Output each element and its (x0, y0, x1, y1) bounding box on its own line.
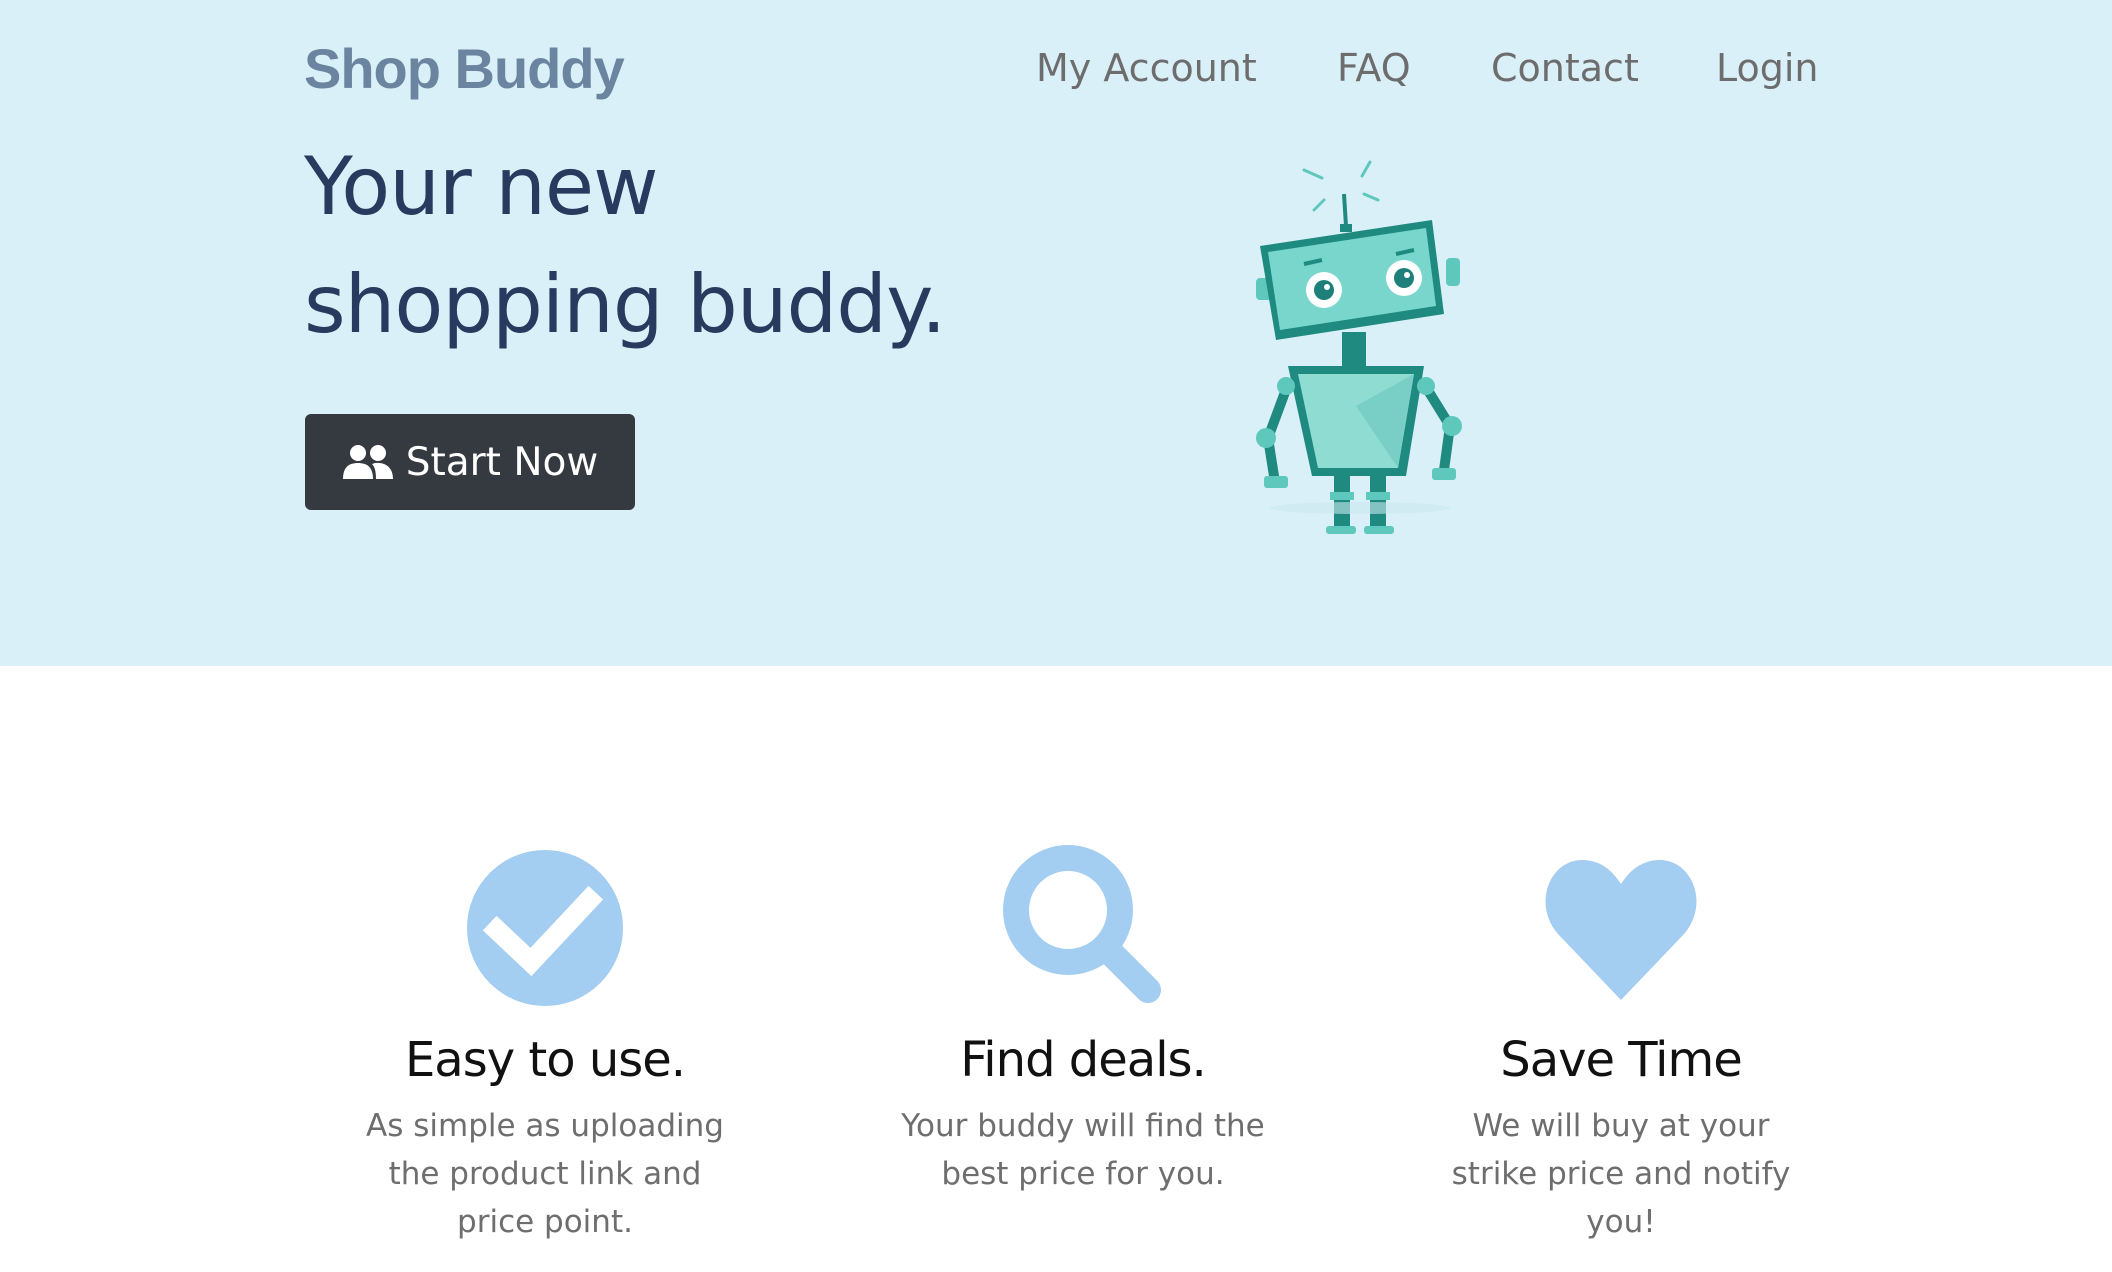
main-nav: My Account FAQ Contact Login (0, 46, 2112, 96)
feature-description: Your buddy will find the best price for … (901, 1108, 1265, 1192)
feature-description: We will buy at your strike price and not… (1451, 1108, 1791, 1240)
feature-title: Easy to use. (404, 1032, 686, 1088)
nav-my-account[interactable]: My Account (1036, 46, 1257, 90)
users-icon (342, 445, 393, 479)
hero-section: Shop Buddy My Account FAQ Contact Login … (0, 0, 2112, 666)
start-now-button[interactable]: Start Now (305, 414, 635, 510)
search-icon (1003, 845, 1161, 1003)
heart-icon (1545, 860, 1697, 1000)
feature-easy-to-use: Easy to use. As simple as uploading the … (335, 840, 755, 1246)
nav-contact[interactable]: Contact (1491, 46, 1639, 90)
start-now-label: Start Now (405, 439, 599, 485)
feature-find-deals: Find deals. Your buddy will find the bes… (873, 840, 1293, 1198)
robot-illustration (1256, 160, 1462, 534)
feature-title: Find deals. (960, 1032, 1207, 1088)
headline-line-2: shopping buddy. (304, 258, 946, 351)
feature-save-time: Save Time We will buy at your strike pri… (1411, 840, 1831, 1246)
check-circle-icon (467, 850, 623, 1006)
feature-title: Save Time (1500, 1032, 1743, 1088)
headline-line-1: Your new (304, 140, 659, 233)
hero-headline: Your new shopping buddy. (304, 128, 946, 364)
nav-login[interactable]: Login (1716, 46, 1819, 90)
feature-description: As simple as uploading the product link … (366, 1108, 724, 1240)
nav-faq[interactable]: FAQ (1337, 46, 1411, 90)
